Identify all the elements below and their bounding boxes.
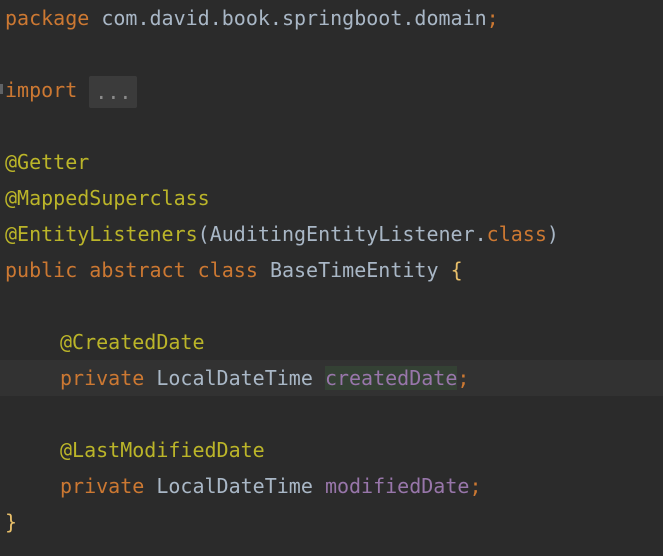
semicolon: ; xyxy=(469,474,482,498)
brace-close: } xyxy=(5,510,18,534)
keyword-public: public xyxy=(5,258,78,282)
code-line-created-annotation[interactable]: @CreatedDate xyxy=(0,324,663,360)
code-line-class-declaration[interactable]: public abstract class BaseTimeEntity { xyxy=(0,252,663,288)
keyword-private: private xyxy=(60,474,145,498)
keyword-class-literal: class xyxy=(486,222,547,246)
code-line-getter[interactable]: @Getter xyxy=(0,144,663,180)
keyword-package: package xyxy=(5,6,90,30)
keyword-abstract: abstract xyxy=(89,258,186,282)
dot: . xyxy=(474,222,487,246)
import-fold-placeholder[interactable]: ... xyxy=(89,75,138,108)
annotation-getter: @Getter xyxy=(5,150,90,174)
code-line-modified-annotation[interactable]: @LastModifiedDate xyxy=(0,432,663,468)
code-line-created-field[interactable]: private LocalDateTime createdDate; xyxy=(0,360,663,396)
type-local-date-time: LocalDateTime xyxy=(156,366,313,390)
annotation-created-date: @CreatedDate xyxy=(60,330,205,354)
keyword-private: private xyxy=(60,366,145,390)
class-name: BaseTimeEntity xyxy=(269,258,439,282)
package-name: com.david.book.springboot.domain xyxy=(101,6,487,30)
code-line-package[interactable]: package com.david.book.springboot.domain… xyxy=(0,0,663,36)
annotation-last-modified-date: @LastModifiedDate xyxy=(60,438,265,462)
code-line-entity-listeners[interactable]: @EntityListeners(AuditingEntityListener.… xyxy=(0,216,663,252)
paren-close: ) xyxy=(546,222,559,246)
annotation-mapped-superclass: @MappedSuperclass xyxy=(5,186,210,210)
listener-class-name: AuditingEntityListener xyxy=(209,222,475,246)
semicolon: ; xyxy=(457,366,470,390)
paren-open: ( xyxy=(197,222,210,246)
keyword-import: import xyxy=(5,78,78,102)
annotation-entity-listeners: @EntityListeners xyxy=(5,222,198,246)
code-editor[interactable]: package com.david.book.springboot.domain… xyxy=(0,0,663,556)
field-created-date[interactable]: createdDate xyxy=(324,366,458,390)
code-line-closing-brace[interactable]: } xyxy=(0,504,663,540)
code-line-import[interactable]: import ... xyxy=(0,72,663,108)
field-modified-date[interactable]: modifiedDate xyxy=(325,474,470,498)
code-line-modified-field[interactable]: private LocalDateTime modifiedDate; xyxy=(0,468,663,504)
type-local-date-time: LocalDateTime xyxy=(156,474,313,498)
keyword-class: class xyxy=(197,258,258,282)
brace-open: { xyxy=(450,258,463,282)
semicolon: ; xyxy=(486,6,499,30)
code-line-mapped-superclass[interactable]: @MappedSuperclass xyxy=(0,180,663,216)
